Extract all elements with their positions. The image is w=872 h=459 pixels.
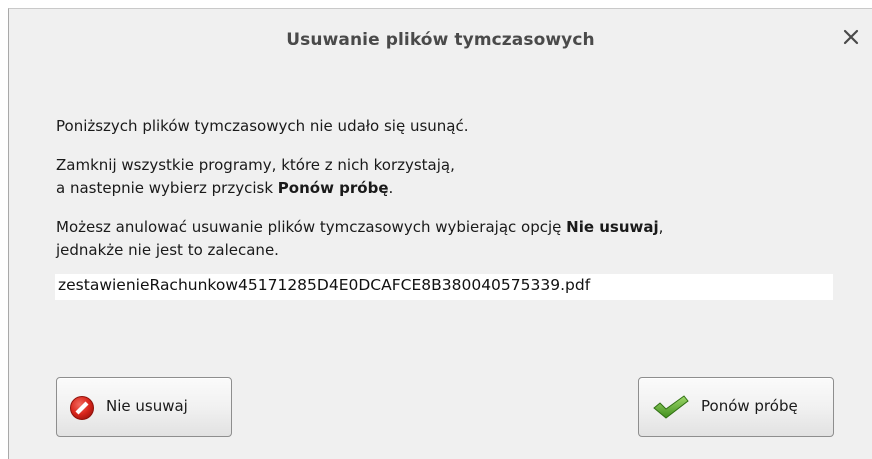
no-entry-icon (70, 396, 94, 420)
retry-label: Ponów próbę (701, 397, 798, 415)
message-line-3-bold: Ponów próbę (277, 179, 389, 197)
message-line-4: Możesz anulować usuwanie plików tymczaso… (56, 216, 663, 239)
file-list[interactable]: zestawienieRachunkow45171285D4E0DCAFCE8B… (55, 274, 833, 300)
message-line-4-prefix: Możesz anulować usuwanie plików tymczaso… (56, 218, 567, 236)
temp-files-dialog: Usuwanie plików tymczasowych Poniższych … (8, 8, 872, 459)
close-icon[interactable] (840, 26, 862, 48)
message-line-5: jednakże nie jest to zalecane. (56, 241, 279, 259)
message-line-4-suffix: , (658, 218, 664, 236)
message-line-1: Poniższych plików tymczasowych nie udało… (56, 117, 469, 135)
message-line-3-prefix: a nastepnie wybierz przycisk (56, 179, 278, 197)
dont-delete-label: Nie usuwaj (106, 397, 188, 415)
retry-button[interactable]: Ponów próbę (638, 377, 834, 437)
message-line-2: Zamknij wszystkie programy, które z nich… (56, 156, 455, 174)
dialog-title: Usuwanie plików tymczasowych (286, 30, 595, 50)
message-line-3: a nastepnie wybierz przycisk Ponów próbę… (56, 177, 393, 200)
file-list-item[interactable]: zestawienieRachunkow45171285D4E0DCAFCE8B… (58, 276, 590, 294)
message-line-4-bold: Nie usuwaj (566, 218, 659, 236)
dialog-content: Poniższych plików tymczasowych nie udało… (9, 71, 872, 459)
dont-delete-button[interactable]: Nie usuwaj (56, 377, 232, 437)
message-line-3-suffix: . (388, 179, 394, 197)
dialog-titlebar: Usuwanie plików tymczasowych (9, 9, 872, 71)
checkmark-icon (653, 395, 689, 419)
